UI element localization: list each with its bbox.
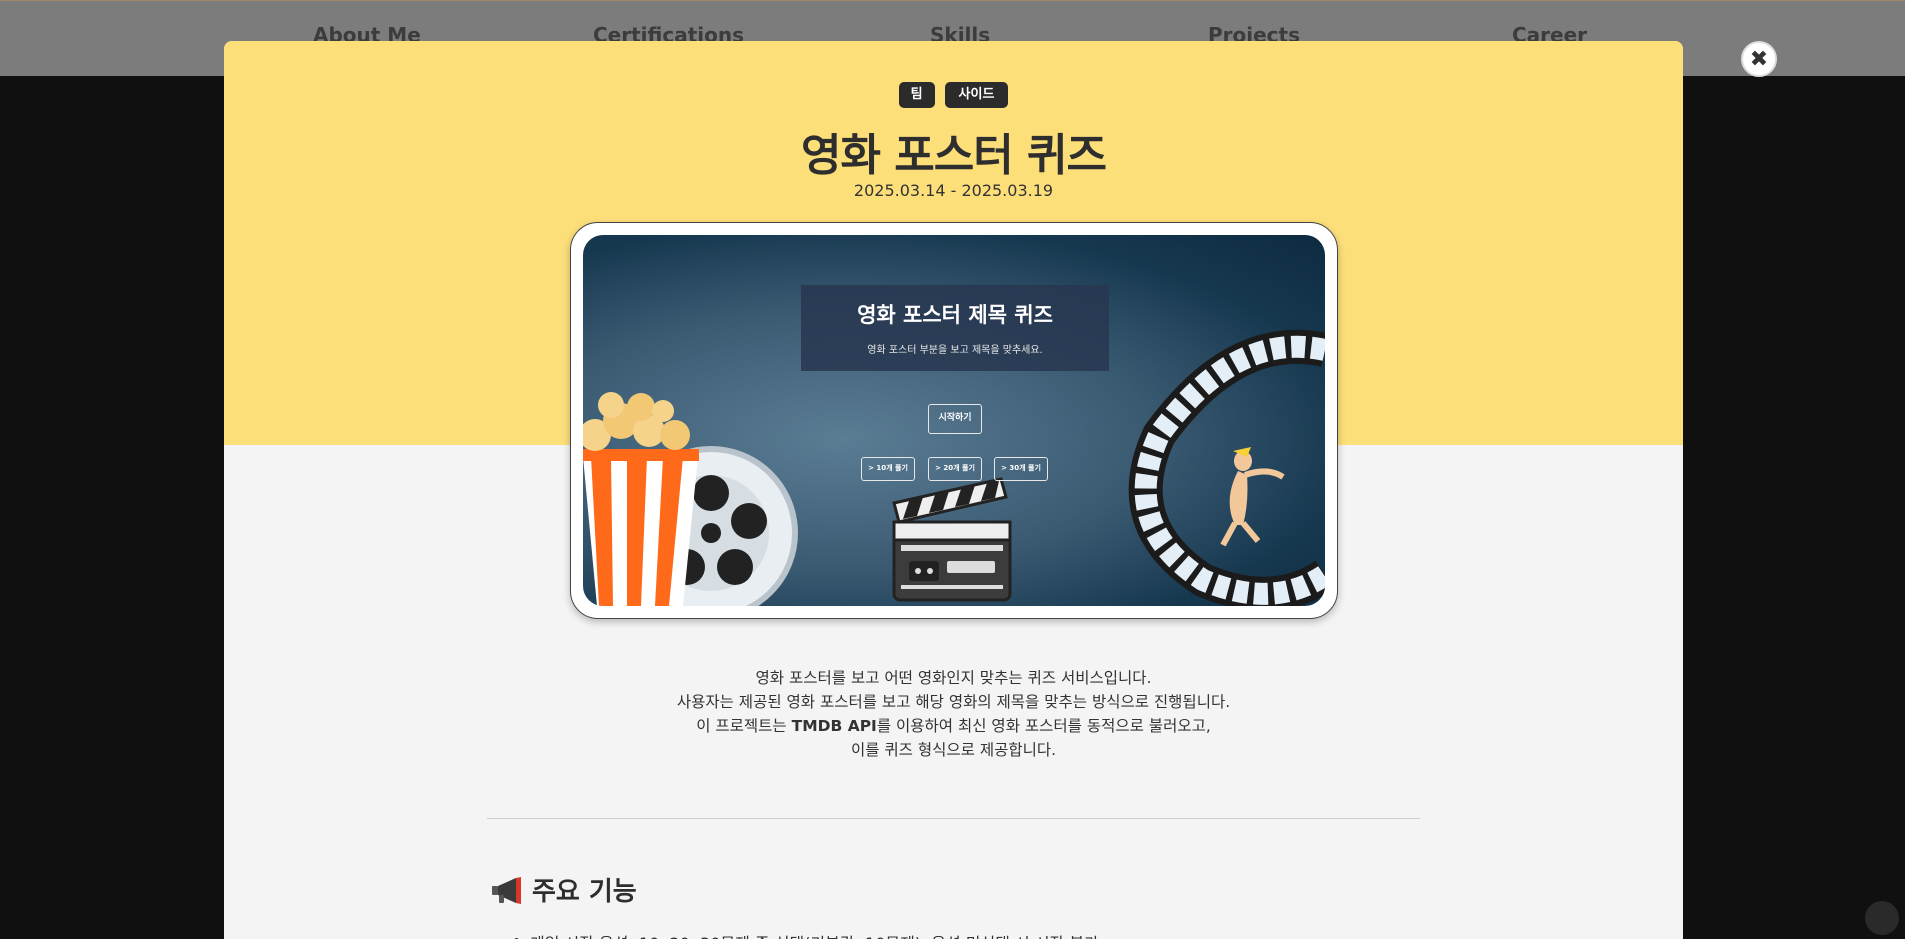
tag-side: 사이드 bbox=[944, 82, 1009, 108]
description-line-3-highlight: TMDB API bbox=[791, 717, 877, 735]
tag-list: 팀 사이드 bbox=[224, 82, 1683, 108]
project-modal: 팀 사이드 영화 포스터 퀴즈 2025.03.14 - 2025.03.19 bbox=[224, 41, 1683, 939]
megaphone-icon bbox=[492, 876, 521, 904]
close-icon[interactable]: ✖ bbox=[1741, 41, 1777, 77]
project-screenshot: 영화 포스터 제목 퀴즈 영화 포스터 부분을 보고 제목을 맞추세요. 시작하… bbox=[583, 235, 1325, 606]
quiz-option-20: > 20개 풀기 bbox=[928, 457, 982, 481]
quiz-subtitle: 영화 포스터 부분을 보고 제목을 맞추세요. bbox=[867, 345, 1043, 356]
list-item: 게임 시작 옵션: 10, 20, 30문제 중 선택(기본값: 10문제), … bbox=[514, 930, 1099, 939]
description-line-1: 영화 포스터를 보고 어떤 영화인지 맞추는 퀴즈 서비스입니다. bbox=[755, 669, 1152, 687]
features-heading: 주요 기능 bbox=[490, 871, 637, 908]
project-title: 영화 포스터 퀴즈 bbox=[801, 130, 1107, 181]
quiz-option-30: > 30개 풀기 bbox=[994, 457, 1048, 481]
description-line-3-prefix: 이 프로젝트는 bbox=[696, 717, 792, 735]
scroll-top-button bbox=[1865, 901, 1899, 935]
quiz-header-panel: 영화 포스터 제목 퀴즈 영화 포스터 부분을 보고 제목을 맞추세요. bbox=[801, 285, 1109, 371]
description-line-4: 이를 퀴즈 형식으로 제공합니다. bbox=[850, 741, 1057, 759]
description-line-3-suffix: 를 이용하여 최신 영화 포스터를 동적으로 불러오고, bbox=[876, 717, 1211, 735]
project-screenshot-frame: 영화 포스터 제목 퀴즈 영화 포스터 부분을 보고 제목을 맞추세요. 시작하… bbox=[570, 222, 1338, 619]
quiz-option-10: > 10개 풀기 bbox=[861, 457, 915, 481]
project-description: 영화 포스터를 보고 어떤 영화인지 맞추는 퀴즈 서비스입니다. 사용자는 제… bbox=[224, 666, 1683, 762]
description-line-2: 사용자는 제공된 영화 포스터를 보고 해당 영화의 제목을 맞추는 방식으로 … bbox=[676, 693, 1231, 711]
project-dates: 2025.03.14 - 2025.03.19 bbox=[853, 181, 1054, 200]
tag-team: 팀 bbox=[898, 82, 935, 108]
feature-list: 게임 시작 옵션: 10, 20, 30문제 중 선택(기본값: 10문제), … bbox=[514, 930, 1099, 939]
section-divider bbox=[487, 818, 1420, 819]
description-line-3: 이 프로젝트는 TMDB API를 이용하여 최신 영화 포스터를 동적으로 불… bbox=[224, 714, 1683, 738]
quiz-start-button: 시작하기 bbox=[928, 404, 982, 434]
features-heading-label: 주요 기능 bbox=[532, 877, 637, 907]
quiz-title: 영화 포스터 제목 퀴즈 bbox=[857, 303, 1053, 327]
